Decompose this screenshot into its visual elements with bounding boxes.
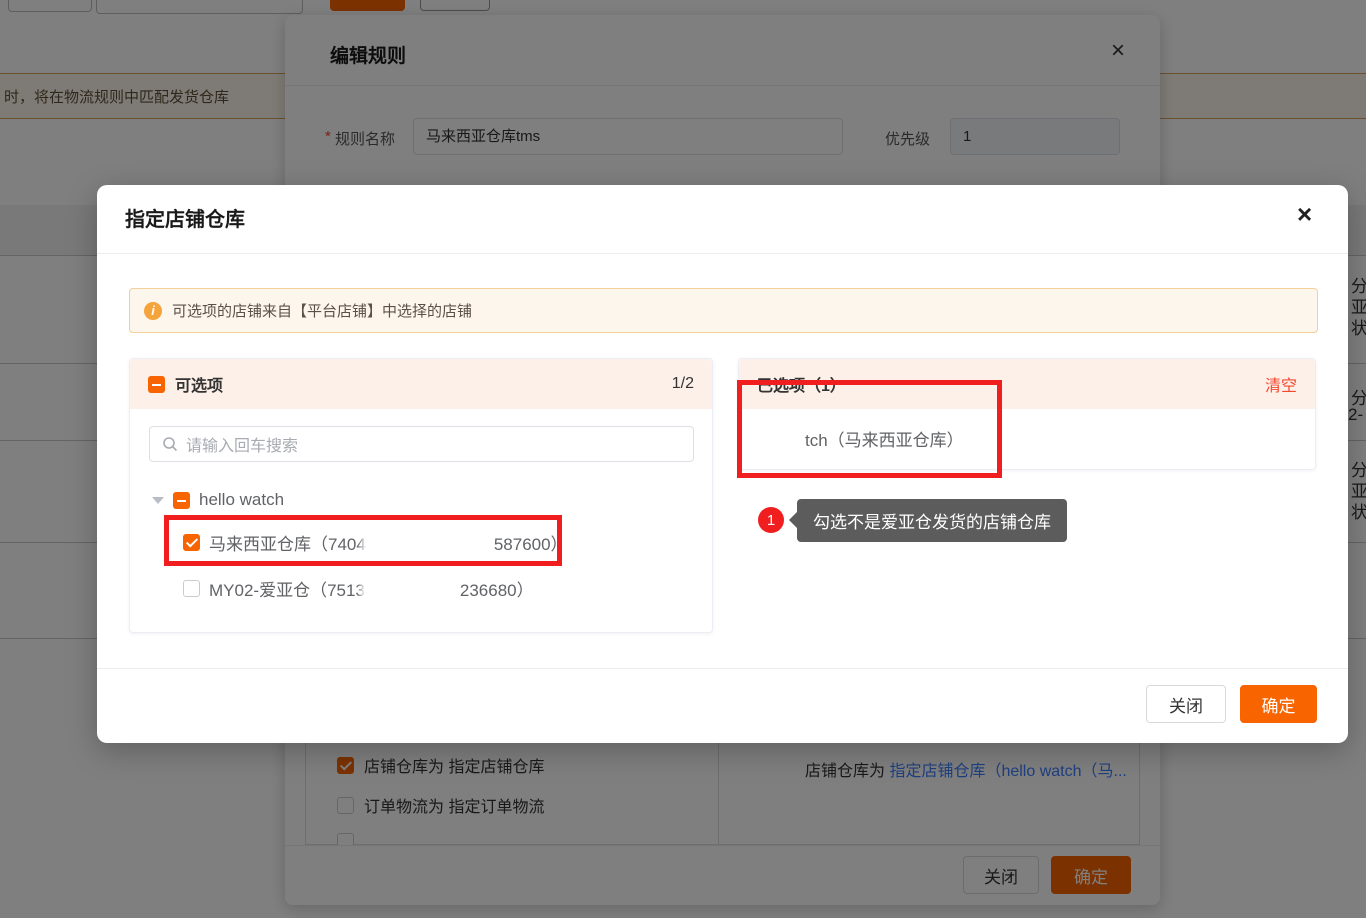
annotation-badge-number: 1: [767, 512, 775, 529]
info-banner-text: 可选项的店铺来自【平台店铺】中选择的店铺: [172, 300, 472, 321]
aiya-checkbox[interactable]: [183, 580, 200, 597]
store-warehouse-title: 指定店铺仓库: [125, 203, 245, 232]
available-panel-title: 可选项: [175, 372, 223, 396]
tree-group-row[interactable]: hello watch: [152, 490, 284, 510]
available-counter: 1/2: [672, 375, 694, 393]
redaction-blur: [365, 582, 460, 602]
tree-option-aiya[interactable]: MY02-爱亚仓（7513 236680）: [183, 576, 534, 602]
store-warehouse-modal: 指定店铺仓库 × i 可选项的店铺来自【平台店铺】中选择的店铺 可选项 1/2 …: [97, 185, 1348, 743]
store-warehouse-close-button[interactable]: 关闭: [1146, 685, 1226, 723]
available-panel: 可选项 1/2 请输入回车搜索 hello watch 马来西亚仓库（74045…: [129, 358, 713, 633]
option-suffix: 236680）: [460, 581, 534, 600]
divider: [97, 253, 1348, 254]
annotation-tooltip: 勾选不是爱亚仓发货的店铺仓库: [797, 499, 1067, 542]
divider: [97, 668, 1348, 669]
annotation-badge: 1: [758, 507, 784, 533]
group-label: hello watch: [199, 490, 284, 510]
close-button-label: 关闭: [1169, 692, 1203, 717]
screen: 时，将在物流规则中匹配发货仓库 分 亚 状 分 2- 分 亚 状 编辑规则 × …: [0, 0, 1366, 918]
annotation-red-box-selected: [737, 380, 1002, 478]
group-checkbox[interactable]: [173, 492, 190, 509]
caret-down-icon[interactable]: [152, 497, 164, 504]
annotation-tooltip-text: 勾选不是爱亚仓发货的店铺仓库: [813, 508, 1051, 533]
option-label: MY02-爱亚仓（7513 236680）: [209, 576, 534, 602]
info-icon: i: [144, 302, 162, 320]
clear-link[interactable]: 清空: [1265, 372, 1297, 396]
search-input[interactable]: 请输入回车搜索: [149, 426, 694, 462]
option-prefix: MY02-爱亚仓（7513: [209, 581, 365, 600]
confirm-button-label: 确定: [1262, 692, 1296, 717]
available-panel-header: 可选项 1/2: [130, 359, 712, 409]
search-placeholder: 请输入回车搜索: [186, 432, 298, 456]
annotation-red-box-option: [164, 515, 562, 566]
search-icon: [162, 436, 178, 452]
store-warehouse-confirm-button[interactable]: 确定: [1240, 685, 1317, 723]
select-all-checkbox[interactable]: [148, 376, 165, 393]
info-banner: i 可选项的店铺来自【平台店铺】中选择的店铺: [129, 288, 1318, 333]
store-warehouse-close-icon[interactable]: ×: [1297, 201, 1312, 227]
